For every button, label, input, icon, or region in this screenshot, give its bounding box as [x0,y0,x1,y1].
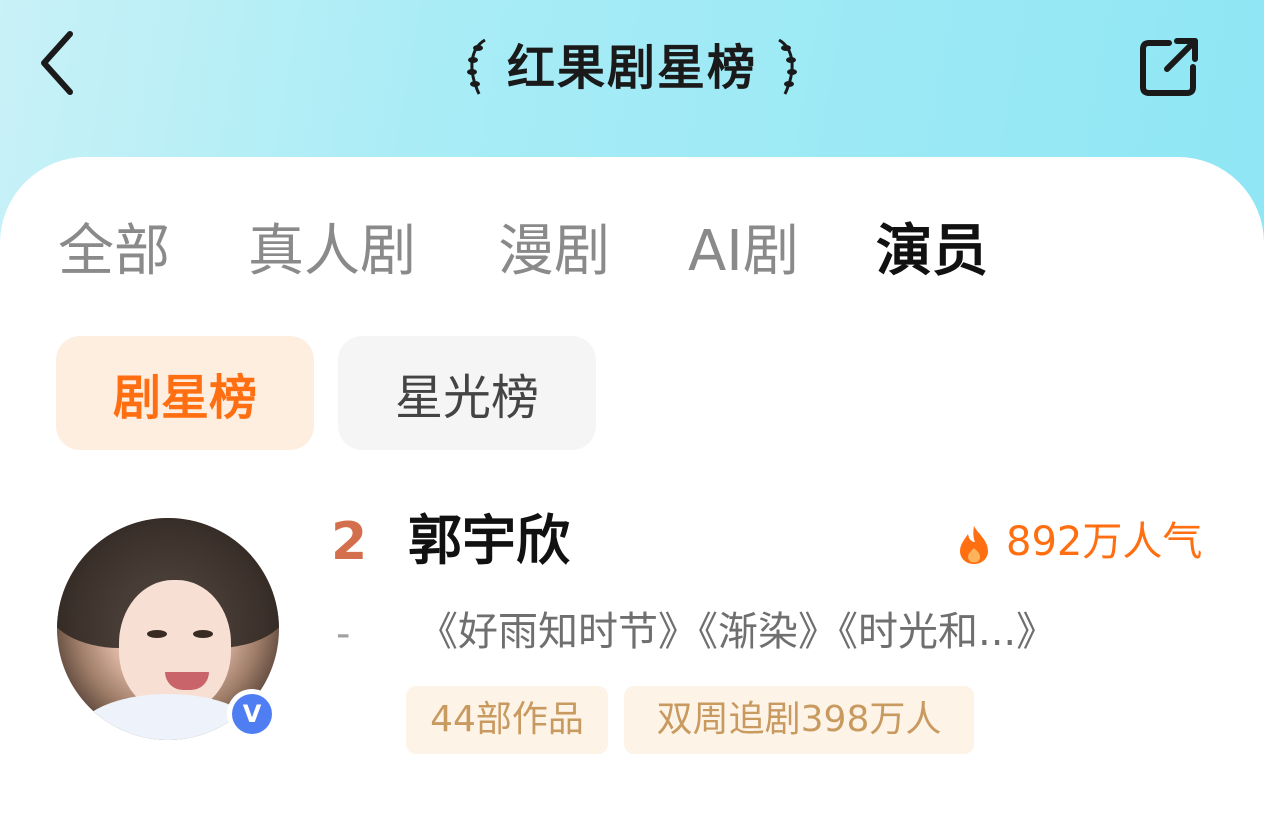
verified-icon: V [232,694,272,734]
page-title-wrap: 红果剧星榜 [0,30,1264,106]
actor-name[interactable]: 郭宇欣 [408,514,570,568]
tab-actors[interactable]: 演员 [876,224,988,280]
works-count-tag: 44部作品 [406,686,608,754]
rank-trend: - [336,611,351,657]
tab-live-action[interactable]: 真人剧 [248,224,498,280]
subtab-starlight-chart[interactable]: 星光榜 [338,336,596,450]
share-button[interactable] [1138,34,1202,98]
works-list: 《好雨知时节》《渐染》《时光和...》 [418,609,1057,655]
avatar-eye-left [147,630,167,638]
laurel-right-icon [778,38,797,95]
avatar-face [119,580,231,712]
avatar-eye-right [193,630,213,638]
tab-all[interactable]: 全部 [58,224,248,280]
viewers-tag: 双周追剧398万人 [624,686,974,754]
verified-badge: V [227,689,277,739]
popularity-count: 892万人气 [1006,519,1203,565]
rank-number: 2 [331,512,368,572]
share-icon [1140,38,1198,96]
fire-icon [960,526,988,564]
subtab-drama-star-chart[interactable]: 剧星榜 [56,336,314,450]
tab-ai[interactable]: AI剧 [688,224,876,280]
page-title: 红果剧星榜 [506,40,757,96]
tab-comic[interactable]: 漫剧 [498,224,688,280]
category-tabs: 全部 真人剧 漫剧 AI剧 演员 [58,212,988,292]
laurel-left-icon [466,38,486,95]
